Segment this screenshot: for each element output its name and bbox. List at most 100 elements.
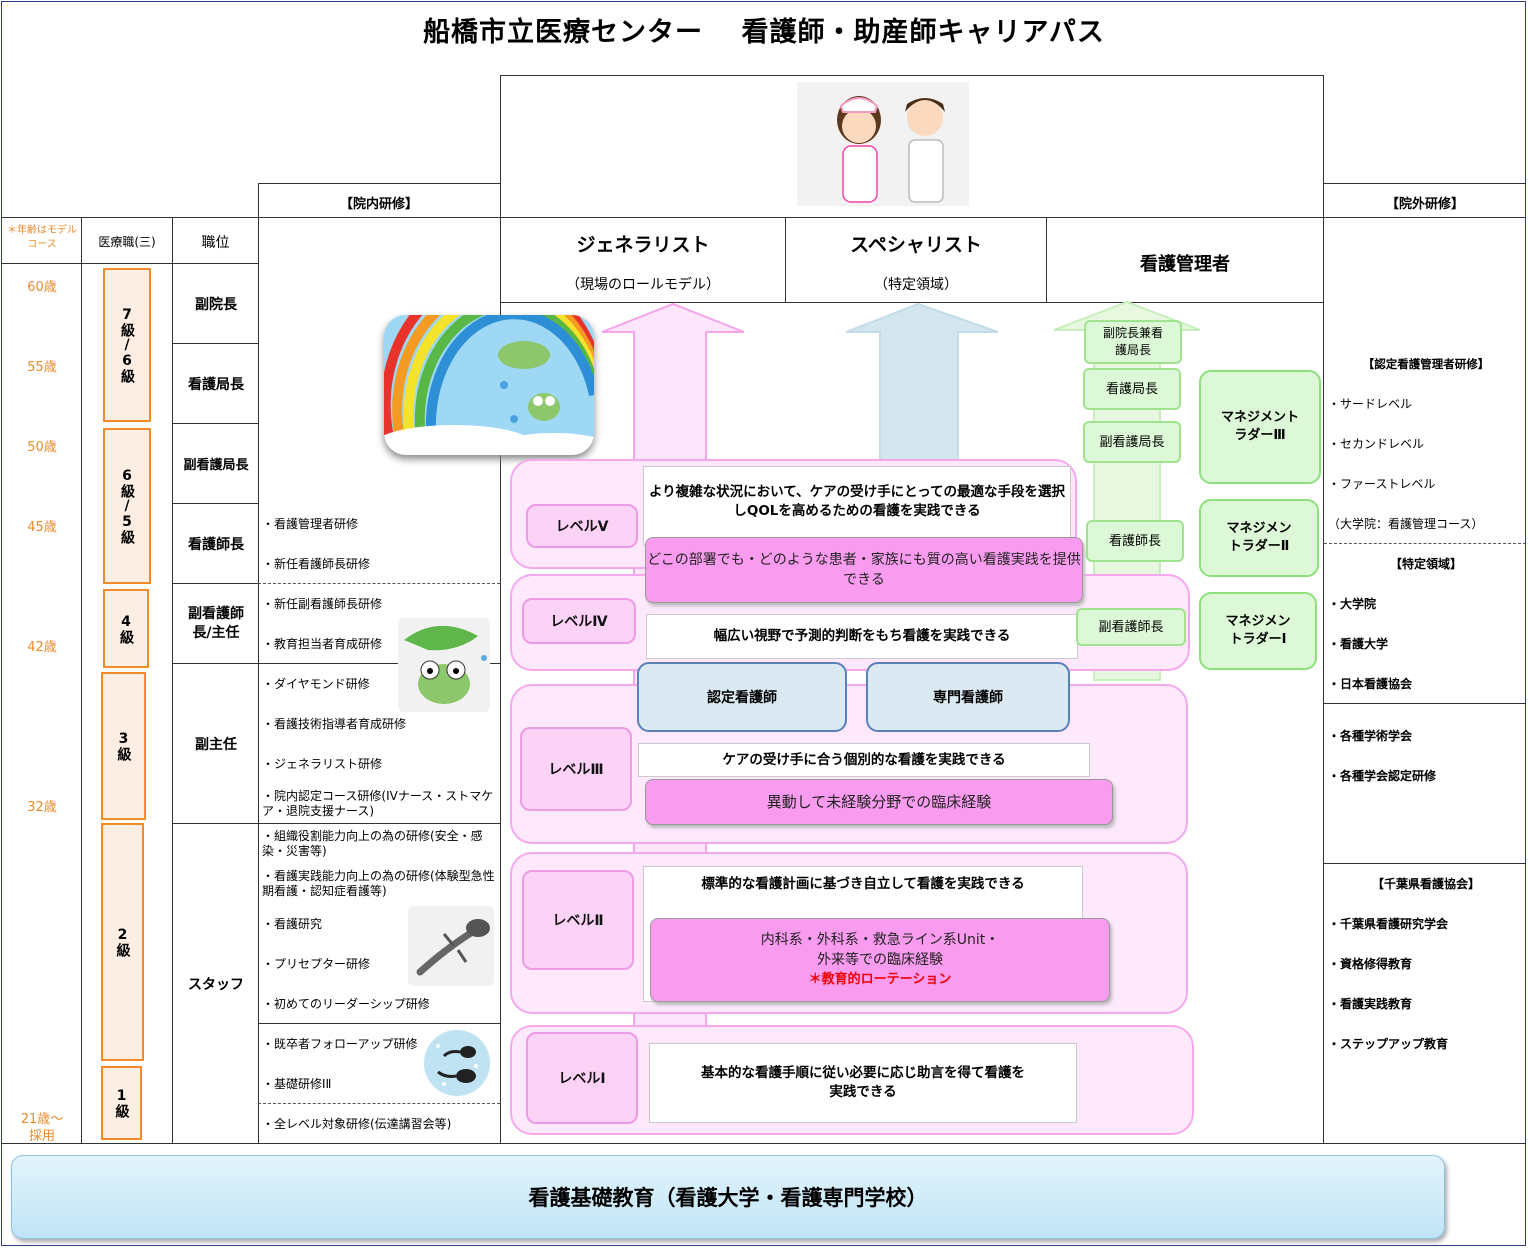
training-item: ・初めてのリーダーシップ研修 <box>262 997 430 1011</box>
external-item: ・セカンドレベル <box>1328 437 1425 451</box>
external-item: ・看護実践教育 <box>1328 997 1413 1011</box>
tadpole-illustration <box>424 1030 490 1096</box>
tadpole-illustration <box>408 906 494 986</box>
divider <box>2 217 1526 218</box>
level-description: より複雑な状況において、ケアの受け手にとっての最適な手段を選択しQOLを高めるた… <box>643 466 1071 546</box>
external-item: ・日本看護協会 <box>1328 677 1413 691</box>
training-item: ・新任副看護師長研修 <box>262 597 383 611</box>
level-note: どこの部署でも・どのような患者・家族にも質の高い看護実践を提供できる <box>645 537 1083 603</box>
external-heading: 【特定領域】 <box>1389 557 1462 571</box>
level-note: 内科系・外科系・救急ライン系Unit・ 外来等での臨床経験 ＊教育的ローテーショ… <box>650 918 1110 1002</box>
management-ladder: マネジメントラダーⅠ <box>1199 592 1317 670</box>
divider <box>258 823 500 824</box>
training-item: ・全レベル対象研修(伝達講習会等) <box>262 1117 452 1131</box>
grade-box: 6級/5級 <box>103 428 151 584</box>
external-item: ・資格修得教育 <box>1328 957 1413 971</box>
position-label: 看護局長 <box>188 376 244 393</box>
grade-box: 3級 <box>101 672 146 820</box>
ingai-header: 【院外研修】 <box>1385 197 1464 212</box>
age-label: 55歳 <box>27 360 57 375</box>
age-label: 42歳 <box>27 640 57 655</box>
divider <box>1324 863 1526 864</box>
external-item: ・各種学術学会 <box>1328 729 1413 743</box>
divider <box>1324 543 1526 544</box>
age-label: 45歳 <box>27 520 57 535</box>
level-label: レベルⅣ <box>522 598 636 644</box>
position-label: 副主任 <box>195 736 237 753</box>
management-ladder: マネジメントラダーⅡ <box>1199 499 1319 577</box>
manager-header: 看護管理者 <box>1140 254 1230 275</box>
level-description: ケアの受け手に合う個別的な看護を実践できる <box>638 743 1090 777</box>
divider <box>2 1143 1526 1144</box>
level-label: レベルⅤ <box>526 504 638 548</box>
divider <box>258 583 500 584</box>
age-note: ＊年齢はモデルコース <box>7 225 77 250</box>
divider <box>500 75 1324 76</box>
generalist-header: ジェネラリスト <box>576 234 710 256</box>
age-label: 採用 <box>28 1129 55 1144</box>
external-item: ・各種学会認定研修 <box>1328 769 1437 783</box>
level-label: レベルⅡ <box>522 870 634 970</box>
divider <box>258 1103 500 1104</box>
external-item: ・千葉県看護研究学会 <box>1328 917 1449 931</box>
external-item: ・サードレベル <box>1328 397 1413 411</box>
training-item: ・組織役割能力向上の為の研修(安全・感染・災害等) <box>262 829 483 858</box>
specialist-sub: （特定領域） <box>874 277 958 293</box>
external-heading: 【千葉県看護協会】 <box>1371 877 1480 891</box>
level-label: レベルⅠ <box>526 1032 638 1124</box>
divider <box>258 1023 500 1024</box>
training-item: ・ジェネラリスト研修 <box>262 757 383 771</box>
level-label: レベルⅢ <box>520 727 632 811</box>
divider <box>1323 183 1526 184</box>
rotation-note: ＊教育的ローテーション <box>808 972 952 987</box>
level-note-line: 内科系・外科系・救急ライン系Unit・ <box>760 932 1000 948</box>
training-item: ・看護管理者研修 <box>262 517 359 531</box>
management-ladder: マネジメントラダーⅢ <box>1199 370 1321 484</box>
position-label: 副看護師長/主任 <box>188 605 244 641</box>
grade-box: 4級 <box>103 589 149 668</box>
page-title: 船橋市立医療センター 看護師・助産師キャリアパス <box>423 17 1105 48</box>
nurse-doctor-illustration <box>797 82 969 206</box>
frog-illustration <box>398 618 490 712</box>
training-item: ・看護実践能力向上の為の研修(体験型急性期看護・認知症看護等) <box>262 869 495 898</box>
divider <box>172 217 173 1143</box>
external-heading: 【認定看護管理者研修】 <box>1362 357 1490 371</box>
innai-header: 【院内研修】 <box>339 197 418 212</box>
mgmt-position: 副院長兼看護局長 <box>1084 320 1182 364</box>
generalist-sub: （現場のロールモデル） <box>566 277 720 293</box>
position-label: 副院長 <box>195 296 237 313</box>
position-label: スタッフ <box>188 976 244 993</box>
rainbow-frog-illustration <box>384 315 594 455</box>
specialist-box: 専門看護師 <box>866 662 1070 732</box>
specialist-box: 認定看護師 <box>637 662 847 732</box>
external-item: ・看護大学 <box>1328 637 1389 651</box>
level-description: 幅広い視野で予測的判断をもち看護を実践できる <box>646 614 1078 659</box>
external-item: ・大学院 <box>1328 597 1377 611</box>
pos-col-header: 職位 <box>201 235 230 251</box>
footer-basic-education: 看護基礎教育（看護大学・看護専門学校） <box>11 1155 1445 1239</box>
level-note: 異動して未経験分野での臨床経験 <box>645 779 1113 825</box>
specialist-header: スペシャリスト <box>850 234 982 256</box>
external-item: ・ファーストレベル <box>1328 477 1436 491</box>
divider <box>258 183 500 184</box>
divider <box>81 217 82 1143</box>
divider <box>1324 703 1526 704</box>
position-label: 看護師長 <box>188 536 244 553</box>
training-item: ・看護技術指導者育成研修 <box>262 717 407 731</box>
grade-box: 1級 <box>101 1066 142 1140</box>
mgmt-position: 副看護師長 <box>1076 608 1186 646</box>
grade-col-header: 医療職(三) <box>98 235 156 249</box>
age-label: 32歳 <box>27 800 57 815</box>
mgmt-position: 副看護局長 <box>1083 421 1181 463</box>
age-label: 50歳 <box>27 440 57 455</box>
age-label: 60歳 <box>27 280 57 295</box>
level-note-line: 外来等での臨床経験 <box>817 952 943 968</box>
position-label: 副看護局長 <box>183 458 249 473</box>
training-item: ・院内認定コース研修(IVナース・ストマケア・退院支援ナース) <box>262 789 494 818</box>
grade-box: 2級 <box>101 823 144 1061</box>
training-item: ・新任看護師長研修 <box>262 557 371 571</box>
mgmt-position: 看護局長 <box>1083 368 1181 410</box>
grade-box: 7級/6級 <box>103 268 151 422</box>
level-description: 基本的な看護手順に従い必要に応じ助言を得て看護を実践できる <box>649 1043 1077 1123</box>
external-item: （大学院：看護管理コース） <box>1328 517 1484 531</box>
